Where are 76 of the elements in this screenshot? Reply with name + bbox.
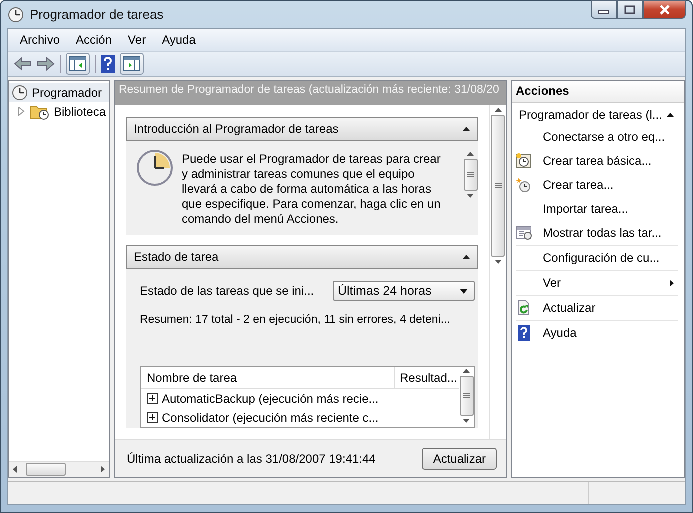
clock-icon [8,6,24,22]
calendar-clock-icon [516,153,532,169]
menu-item[interactable]: Ver [120,33,154,47]
scrollbar-thumb[interactable] [491,115,505,257]
help-icon [516,325,532,341]
scroll-down-icon[interactable] [467,194,474,198]
refresh-button[interactable]: Actualizar [422,448,497,470]
show-hide-tree-button[interactable] [66,53,90,75]
scroll-down-icon[interactable] [494,260,502,264]
intro-text: Puede usar el Programador de tareas para crear y administrar tareas comunes que el equipo llevará a cabo de forma automática a las horas que especifique. Para comenzar, haga clic en un comando del menú Acciones. [182,152,441,228]
task-name[interactable]: AutomaticBackup (ejecución más recie... [162,392,379,406]
maximize-button[interactable] [617,0,643,19]
expand-box-icon[interactable] [147,393,158,404]
tree-item[interactable]: Biblioteca [9,102,109,121]
action-item[interactable]: Actualizar [516,296,678,321]
dropdown-arrow-icon [460,288,468,294]
scroll-down-icon[interactable] [463,419,470,423]
summary-header: Resumen de Programador de tareas (actualización más reciente: 31/08/20 [115,81,506,105]
collapsed-arrow-icon[interactable] [18,107,26,116]
folder-clock-icon [30,104,50,120]
clock-icon [136,149,174,187]
action-item[interactable]: Ayuda [516,321,678,345]
close-icon [658,4,670,14]
vertical-scrollbar[interactable] [489,105,506,439]
scroll-right-icon[interactable] [100,466,105,473]
actions-group-header[interactable]: Programador de tareas (l... [512,103,684,125]
list-clock-icon [516,225,532,241]
action-item[interactable]: Mostrar todas las tar... [516,221,678,246]
action-item[interactable]: Crear tarea básica... [516,149,678,173]
show-hide-actions-button[interactable] [120,53,144,75]
help-icon[interactable] [101,55,115,73]
menu-item[interactable]: Acción [68,33,120,47]
tree-item[interactable]: Programador [9,83,109,102]
scroll-up-icon[interactable] [463,369,470,373]
column-header[interactable]: Nombre de tarea [141,367,395,388]
expand-box-icon[interactable] [147,412,158,423]
scroll-left-icon[interactable] [13,466,18,473]
action-item[interactable]: Configuración de cu... [516,246,678,271]
clock-star-icon [516,177,532,193]
menu-item[interactable]: Ayuda [154,33,204,47]
last-update-text: Última actualización a las 31/08/2007 19:41:44 [127,452,376,466]
submenu-arrow-icon [670,280,674,286]
collapse-icon [667,113,674,117]
collapse-icon [463,255,470,259]
forward-arrow-icon[interactable] [37,57,55,71]
scroll-up-icon[interactable] [494,108,502,112]
action-item[interactable]: Conectarse a otro eq... [516,125,678,149]
time-range-dropdown[interactable]: Últimas 24 horas [333,281,475,301]
action-item[interactable]: Importar tarea... [516,197,678,221]
panel-icon [69,56,87,72]
scrollbar-thumb[interactable] [26,463,66,476]
collapse-icon [463,127,470,131]
window-title: Programador de tareas [30,7,164,22]
clock-icon [12,84,28,100]
action-item[interactable]: Ver [516,271,678,296]
menu-item[interactable]: Archivo [12,33,68,47]
grip-icon [494,183,502,189]
back-arrow-icon[interactable] [14,57,32,71]
maximize-icon [624,4,636,14]
scroll-up-icon[interactable] [467,152,474,156]
scrollbar-thumb[interactable] [460,376,474,416]
panel-icon [123,56,141,72]
grip-icon [463,393,470,399]
section-header[interactable]: Introducción al Programador de tareas [126,117,478,141]
minimize-button[interactable] [591,0,617,19]
task-name[interactable]: Consolidator (ejecución más reciente c... [162,410,379,424]
filter-label: Estado de las tareas que se ini... [140,284,314,298]
scrollbar-thumb[interactable] [464,159,478,191]
close-button[interactable] [643,0,686,19]
summary-text: Resumen: 17 total - 2 en ejecución, 11 sin errores, 4 deteni... [140,314,452,326]
action-item[interactable]: Crear tarea... [516,173,678,197]
horizontal-scrollbar[interactable] [9,461,109,477]
refresh-page-icon [516,300,532,316]
section-header[interactable]: Estado de tarea [126,245,478,269]
grip-icon [467,172,474,178]
column-header[interactable]: Resultad... [395,370,459,384]
